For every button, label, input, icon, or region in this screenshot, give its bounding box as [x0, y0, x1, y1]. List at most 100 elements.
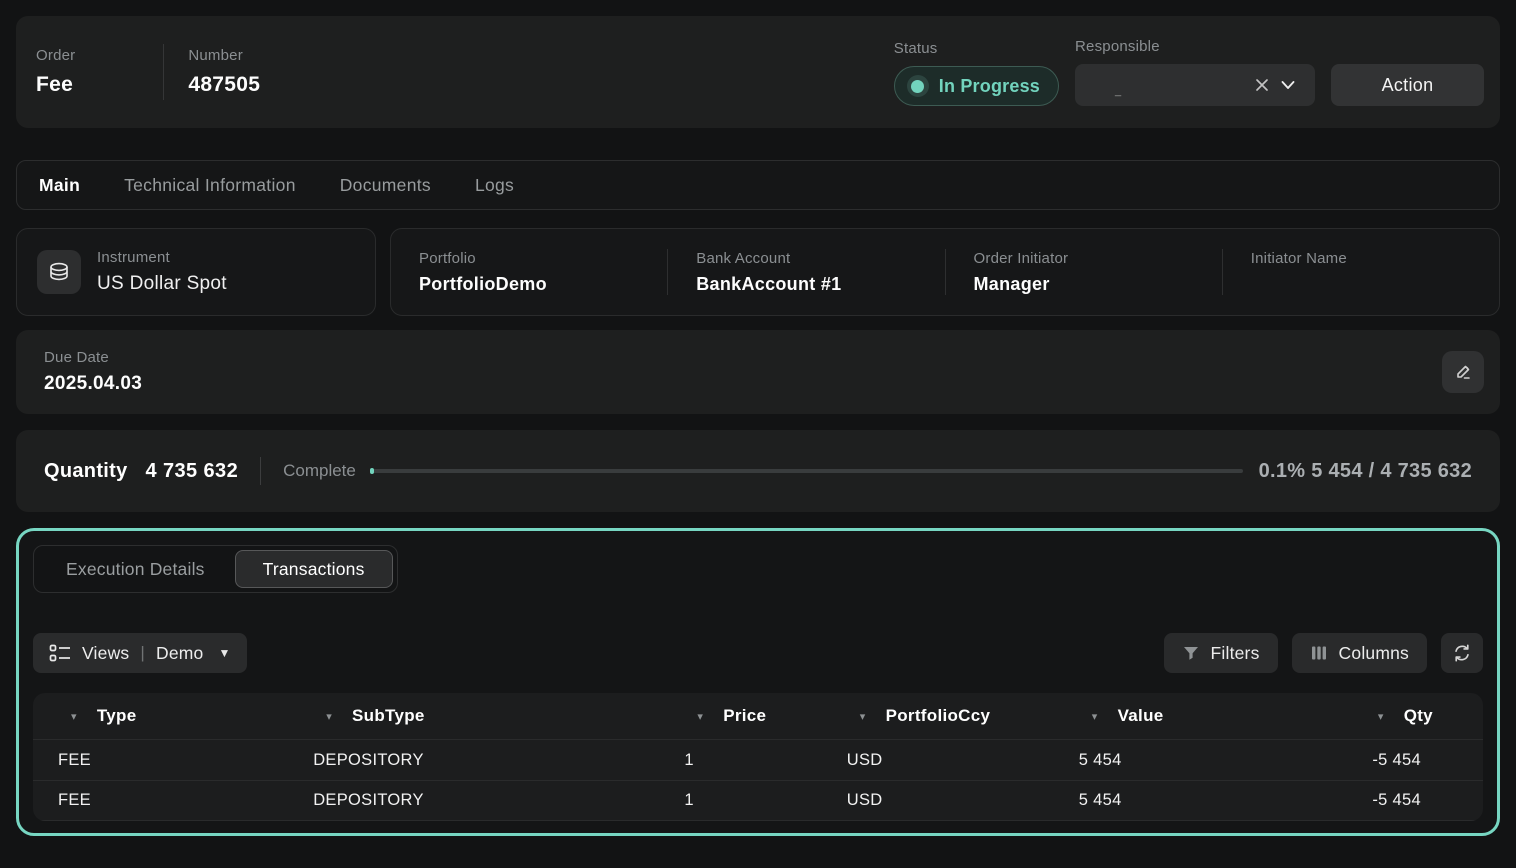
header-divider — [163, 44, 164, 100]
order-page: Order Fee Number 487505 Status In Progre… — [0, 0, 1516, 868]
initiator-name-label: Initiator Name — [1251, 250, 1499, 267]
cell-portfolioccy: USD — [822, 751, 1054, 770]
status-field: Status In Progress — [894, 40, 1059, 106]
due-date-value: 2025.04.03 — [44, 373, 142, 395]
tab-technical-information[interactable]: Technical Information — [124, 175, 296, 196]
column-label: SubType — [352, 706, 425, 726]
progress-fill — [370, 468, 374, 474]
action-button[interactable]: Action — [1331, 64, 1484, 106]
instrument-label: Instrument — [97, 249, 227, 266]
column-label: Qty — [1404, 706, 1433, 726]
cell-subtype: DEPOSITORY — [288, 791, 659, 810]
transactions-table: ▾ Type ▾ SubType ▾ Price ▾ PortfolioCcy ▾ Val… — [33, 693, 1483, 821]
status-label: Status — [894, 40, 1059, 57]
responsible-value: _ — [1115, 85, 1249, 106]
cell-qty: -5 454 — [1323, 751, 1483, 770]
column-label: PortfolioCcy — [886, 706, 991, 726]
portfolio-label: Portfolio — [419, 250, 667, 267]
column-header-qty[interactable]: ▾ Qty — [1323, 706, 1483, 726]
progress-text: 0.1% 5 454 / 4 735 632 — [1259, 460, 1472, 483]
filter-icon — [1182, 644, 1200, 662]
status-dot-icon — [907, 75, 929, 97]
column-label: Type — [97, 706, 137, 726]
order-initiator-value: Manager — [974, 274, 1222, 295]
status-text: In Progress — [939, 76, 1040, 97]
table-row[interactable]: FEE DEPOSITORY 1 USD 5 454 -5 454 — [33, 739, 1483, 780]
cell-subtype: DEPOSITORY — [288, 751, 659, 770]
cell-value: 5 454 — [1054, 791, 1324, 810]
pencil-icon — [1452, 361, 1474, 383]
views-list-icon — [49, 643, 71, 663]
responsible-select[interactable]: _ — [1075, 64, 1315, 106]
order-label: Order — [36, 47, 75, 64]
toggle-execution-details[interactable]: Execution Details — [38, 550, 233, 588]
tab-logs[interactable]: Logs — [475, 175, 514, 196]
views-dropdown[interactable]: Views | Demo ▼ — [33, 633, 247, 673]
column-menu-icon[interactable]: ▾ — [326, 710, 332, 723]
cell-portfolioccy: USD — [822, 791, 1054, 810]
column-header-value[interactable]: ▾ Value — [1054, 706, 1324, 726]
due-date-label: Due Date — [44, 349, 142, 366]
initiator-name-field: Initiator Name — [1223, 250, 1499, 295]
header-controls: Status In Progress Responsible _ — [894, 38, 1484, 106]
refresh-button[interactable] — [1441, 633, 1483, 673]
column-header-subtype[interactable]: ▾ SubType — [288, 706, 659, 726]
order-header: Order Fee Number 487505 Status In Progre… — [16, 16, 1500, 128]
progress-bar — [370, 469, 1243, 473]
quantity-value: 4 735 632 — [146, 460, 239, 483]
responsible-field: Responsible _ — [1075, 38, 1315, 106]
column-menu-icon[interactable]: ▾ — [697, 710, 703, 723]
status-badge: In Progress — [894, 66, 1059, 106]
due-date-field: Due Date 2025.04.03 — [44, 349, 142, 395]
order-field: Order Fee — [36, 47, 75, 97]
chevron-down-icon[interactable] — [1275, 72, 1301, 98]
column-menu-icon[interactable]: ▾ — [860, 710, 866, 723]
tab-documents[interactable]: Documents — [340, 175, 431, 196]
views-separator: | — [140, 643, 145, 663]
main-tabs: Main Technical Information Documents Log… — [16, 160, 1500, 210]
table-header-row: ▾ Type ▾ SubType ▾ Price ▾ PortfolioCcy ▾ Val… — [33, 693, 1483, 739]
quantity-label: Quantity — [44, 460, 128, 483]
number-field: Number 487505 — [188, 47, 260, 97]
columns-icon — [1310, 644, 1328, 662]
column-label: Value — [1118, 706, 1164, 726]
column-label: Price — [723, 706, 766, 726]
quantity-divider — [260, 457, 261, 485]
cell-price: 1 — [659, 791, 821, 810]
clear-icon[interactable] — [1249, 72, 1275, 98]
columns-button[interactable]: Columns — [1292, 633, 1427, 673]
complete-label: Complete — [283, 461, 356, 481]
bank-account-field: Bank Account BankAccount #1 — [668, 250, 944, 295]
bank-account-label: Bank Account — [696, 250, 944, 267]
tab-main[interactable]: Main — [39, 175, 80, 196]
column-menu-icon[interactable]: ▾ — [1092, 710, 1098, 723]
caret-down-icon: ▼ — [218, 646, 230, 660]
column-menu-icon[interactable]: ▾ — [1378, 710, 1384, 723]
order-identity: Order Fee Number 487505 — [36, 44, 260, 100]
portfolio-value: PortfolioDemo — [419, 274, 667, 295]
cell-type: FEE — [33, 751, 288, 770]
toggle-transactions[interactable]: Transactions — [235, 550, 393, 588]
column-header-portfolioccy[interactable]: ▾ PortfolioCcy — [822, 706, 1054, 726]
cell-value: 5 454 — [1054, 751, 1324, 770]
cell-price: 1 — [659, 751, 821, 770]
order-value: Fee — [36, 73, 75, 97]
order-initiator-label: Order Initiator — [974, 250, 1222, 267]
filters-button[interactable]: Filters — [1164, 633, 1278, 673]
portfolio-field: Portfolio PortfolioDemo — [391, 250, 667, 295]
order-initiator-field: Order Initiator Manager — [946, 250, 1222, 295]
edit-due-date-button[interactable] — [1442, 351, 1484, 393]
number-label: Number — [188, 47, 260, 64]
views-label: Views — [82, 643, 129, 664]
due-date-card: Due Date 2025.04.03 — [16, 330, 1500, 414]
bank-account-value: BankAccount #1 — [696, 274, 944, 295]
coins-icon — [37, 250, 81, 294]
column-menu-icon[interactable]: ▾ — [71, 710, 77, 723]
column-header-price[interactable]: ▾ Price — [659, 706, 821, 726]
toolbar-right: Filters Columns — [1164, 633, 1484, 673]
table-row[interactable]: FEE DEPOSITORY 1 USD 5 454 -5 454 — [33, 780, 1483, 821]
column-header-type[interactable]: ▾ Type — [33, 706, 288, 726]
instrument-value: US Dollar Spot — [97, 273, 227, 295]
filters-label: Filters — [1211, 643, 1260, 664]
number-value: 487505 — [188, 73, 260, 97]
